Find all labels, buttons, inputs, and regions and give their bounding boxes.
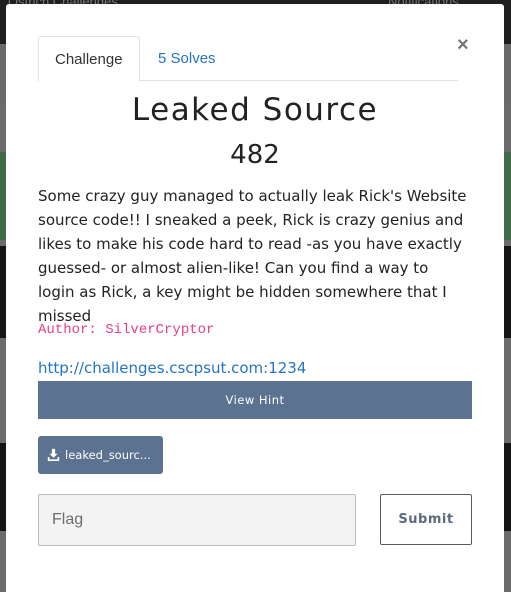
challenge-title: Leaked Source <box>131 92 379 128</box>
download-icon <box>47 448 60 461</box>
challenge-description: Some crazy guy managed to actually leak … <box>38 187 467 325</box>
modal-tabs: Challenge 5 Solves <box>38 36 458 82</box>
challenge-author: Author: SilverCryptor <box>38 322 215 338</box>
close-icon[interactable]: × <box>457 34 469 57</box>
challenge-modal: Challenge 5 Solves × Leaked Source 482 S… <box>6 4 504 592</box>
tab-solves[interactable]: 5 Solves <box>142 36 232 81</box>
submit-button[interactable]: Submit <box>380 494 472 545</box>
download-file-button[interactable]: leaked_sourc... <box>38 436 163 474</box>
challenge-link[interactable]: http://challenges.cscpsut.com:1234 <box>38 359 306 377</box>
view-hint-button[interactable]: View Hint <box>38 381 472 419</box>
challenge-points: 482 <box>230 140 280 170</box>
flag-input[interactable] <box>38 494 356 546</box>
tab-challenge[interactable]: Challenge <box>38 36 140 82</box>
download-file-label: leaked_sourc... <box>65 448 151 462</box>
